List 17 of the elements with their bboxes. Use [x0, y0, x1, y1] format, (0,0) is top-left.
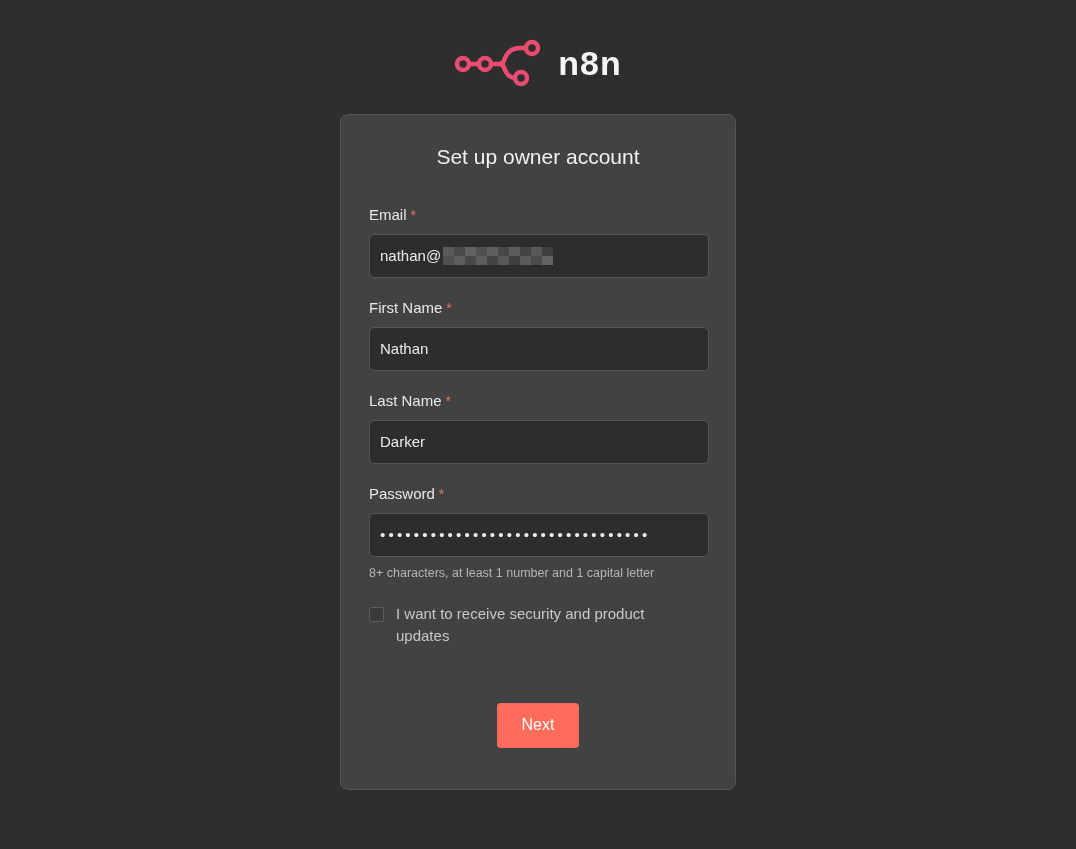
field-label: Password — [369, 483, 435, 504]
logo-wordmark: n8n — [558, 42, 622, 84]
input-field[interactable]: nathan@ — [369, 234, 709, 278]
required-mark: * — [410, 205, 416, 225]
required-mark: * — [446, 298, 452, 318]
input-field[interactable]: •••••••••••••••••••••••••••••••• — [369, 513, 709, 557]
required-mark: * — [438, 484, 445, 504]
field-label: Last Name — [369, 390, 442, 411]
input-field[interactable]: Darker — [369, 420, 709, 464]
checkbox-label: I want to receive security and product updates — [396, 603, 646, 646]
required-mark: * — [445, 391, 451, 411]
card-title: Set up owner account — [435, 144, 641, 170]
field-label: First Name — [369, 297, 443, 318]
password-hint: 8+ characters, at least 1 number and 1 capital letter — [369, 565, 656, 582]
field-label: Email — [369, 204, 407, 225]
input-field[interactable]: Nathan — [369, 327, 709, 371]
checkbox[interactable] — [369, 606, 384, 622]
